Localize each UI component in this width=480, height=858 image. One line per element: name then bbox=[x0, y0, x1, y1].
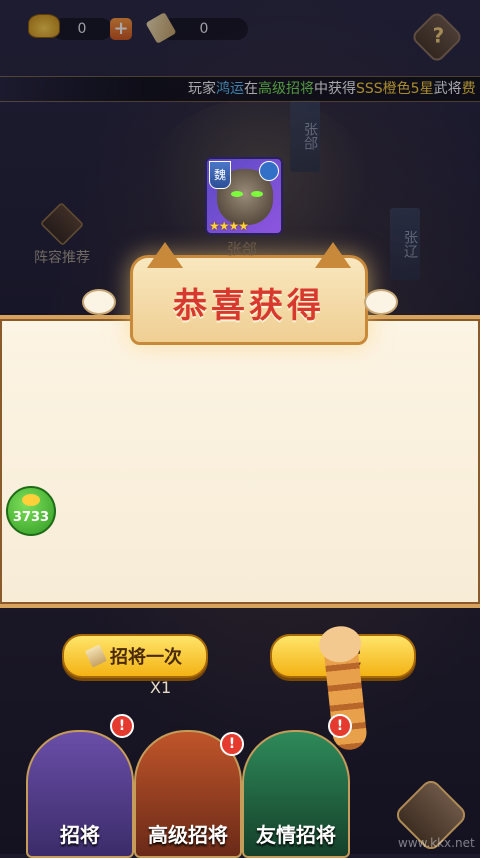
recruit-cost: X1 bbox=[150, 678, 171, 697]
alert-icon-3: ! bbox=[328, 714, 352, 738]
cat-ear-left bbox=[147, 242, 183, 268]
energy-value: 3733 bbox=[12, 510, 50, 525]
star-rating: ★★★★ bbox=[209, 219, 249, 233]
energy-bubble[interactable]: 3733 bbox=[6, 486, 56, 536]
alert-icon-2: ! bbox=[220, 732, 244, 756]
cost-value: X1 bbox=[150, 678, 172, 697]
cat-ear-right bbox=[315, 242, 351, 268]
reward-title-plate: 恭喜获得 bbox=[130, 242, 368, 345]
recruit-tab-label: 招将 bbox=[60, 823, 100, 847]
alert-icon: ! bbox=[110, 714, 134, 738]
hero-card[interactable]: 魏 ★★★★ bbox=[205, 157, 283, 235]
recruit-tab-label-3: 友情招将 bbox=[256, 823, 336, 847]
hero-eye-left bbox=[231, 191, 243, 197]
class-icon bbox=[259, 161, 279, 181]
hero-eye-right bbox=[251, 191, 263, 197]
recruit-once-button[interactable]: 招将一次 bbox=[62, 634, 208, 678]
reward-title: 恭喜获得 bbox=[173, 286, 325, 326]
wei-faction-icon: 魏 bbox=[209, 161, 231, 189]
watermark: www.kkx.net bbox=[398, 836, 475, 850]
cat-paw-icon-right bbox=[364, 289, 398, 315]
recruit-tab-label-2: 高级招将 bbox=[148, 823, 228, 847]
recruit-once-label: 招将一次 bbox=[110, 647, 182, 668]
hero-name: 张郃 bbox=[226, 240, 257, 258]
recruit-tab-friendship[interactable]: 友情招将 bbox=[242, 730, 350, 858]
scroll-icon-small bbox=[84, 644, 108, 668]
reward-panel bbox=[0, 315, 480, 608]
energy-face-icon bbox=[22, 494, 40, 506]
reward-dialog: 恭喜获得 bbox=[0, 242, 480, 615]
cat-paw-icon bbox=[82, 289, 116, 315]
recruit-tab-normal[interactable]: 招将 bbox=[26, 730, 134, 858]
